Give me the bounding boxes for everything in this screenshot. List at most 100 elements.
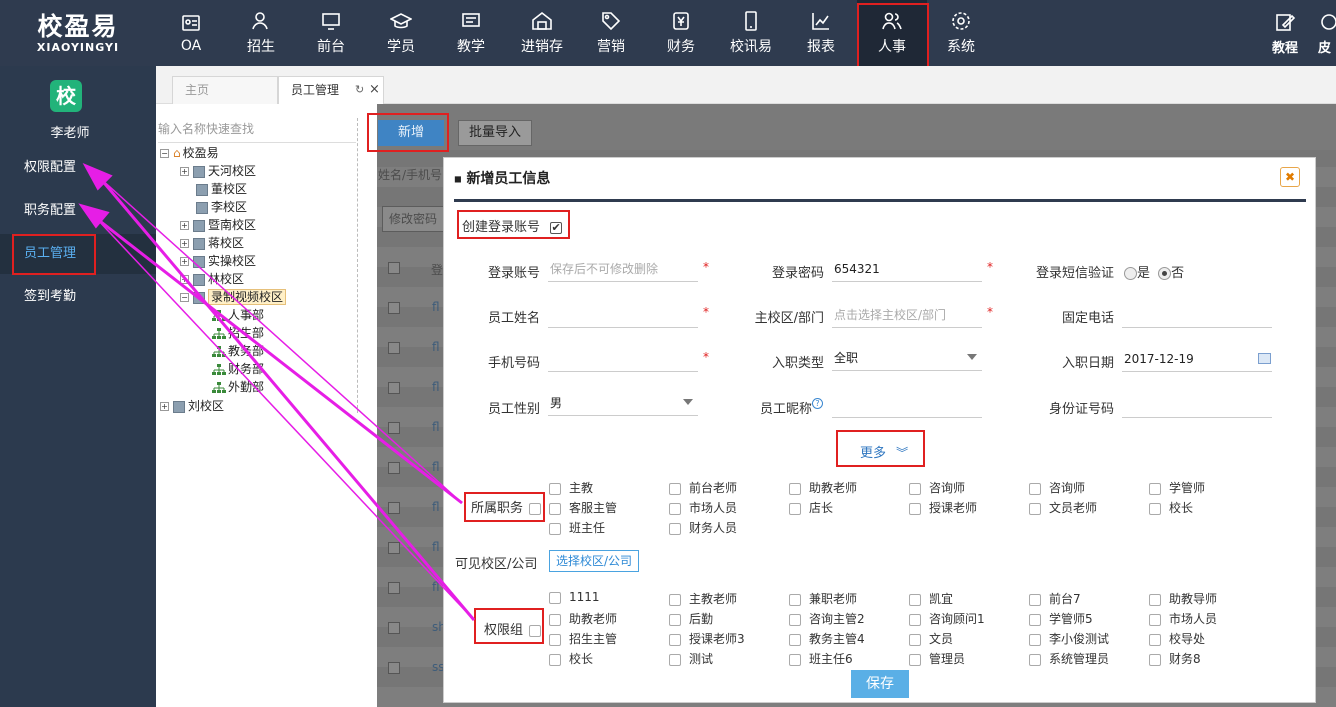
table-row-checkbox[interactable] <box>388 382 400 394</box>
role-option[interactable]: 授课老师3 <box>669 630 745 647</box>
checkbox[interactable] <box>669 502 681 515</box>
nav-item-8[interactable]: 财务 <box>646 0 716 66</box>
collapse-icon[interactable]: − <box>180 293 189 302</box>
expand-icon[interactable]: + <box>180 239 189 248</box>
change-password-button[interactable]: 修改密码 <box>382 206 444 232</box>
checkbox[interactable] <box>1149 613 1161 626</box>
table-row-checkbox[interactable] <box>388 342 400 354</box>
checkbox[interactable] <box>549 613 561 626</box>
tree-search-input[interactable]: 输入名称快速查找 <box>158 120 356 137</box>
checkbox[interactable] <box>1029 633 1041 646</box>
role-option[interactable]: 财务8 <box>1149 650 1201 667</box>
role-option[interactable]: 测试 <box>669 650 713 667</box>
nav-item-7[interactable]: 营销 <box>576 0 646 66</box>
table-row-account[interactable]: fl <box>432 460 440 474</box>
nav-skin[interactable]: 皮 <box>1318 0 1336 66</box>
expand-icon[interactable]: + <box>180 221 189 230</box>
nav-item-1[interactable]: OA <box>156 0 226 66</box>
nav-item-4[interactable]: 学员 <box>366 0 436 66</box>
account-input[interactable]: 保存后不可修改删除 <box>548 256 698 282</box>
batch-import-button[interactable]: 批量导入 <box>458 120 532 146</box>
role-option[interactable]: 学管师5 <box>1029 610 1093 627</box>
nav-tutorial[interactable]: 教程 <box>1250 0 1320 66</box>
table-row-checkbox[interactable] <box>388 462 400 474</box>
checkbox[interactable] <box>909 482 921 495</box>
role-option[interactable]: 咨询顾问1 <box>909 610 985 627</box>
sms-no-radio[interactable] <box>1158 267 1172 280</box>
duty-option[interactable]: 班主任 <box>549 519 605 536</box>
nav-item-10[interactable]: 报表 <box>786 0 856 66</box>
table-row-checkbox[interactable] <box>388 622 400 634</box>
tree-node[interactable]: 外勤部 <box>212 378 264 396</box>
checkbox[interactable] <box>1029 482 1041 495</box>
list-search-input[interactable]: 姓名/手机号 <box>378 166 442 183</box>
refresh-icon[interactable]: ↻ <box>355 77 364 103</box>
tree-node[interactable]: − 录制视频校区 <box>180 288 287 306</box>
tree-node[interactable]: + 天河校区 <box>180 162 256 180</box>
table-row-checkbox[interactable] <box>388 582 400 594</box>
tree-node[interactable]: + 暨南校区 <box>180 216 256 234</box>
duty-option[interactable]: 校长 <box>1149 499 1193 516</box>
checkbox[interactable] <box>789 502 801 515</box>
checkbox[interactable] <box>669 522 681 535</box>
collapse-icon[interactable]: − <box>160 149 169 158</box>
save-button[interactable]: 保存 <box>851 670 909 698</box>
tree-node[interactable]: + 刘校区 <box>160 397 224 415</box>
sidebar-item-duty-config[interactable]: 职务配置 <box>0 191 156 231</box>
table-row-account[interactable]: fl <box>432 380 440 394</box>
checkbox[interactable] <box>549 482 561 495</box>
checkbox[interactable] <box>549 633 561 646</box>
role-option[interactable]: 兼职老师 <box>789 590 857 607</box>
table-row-account[interactable]: fl <box>432 500 440 514</box>
role-option[interactable]: 助教老师 <box>549 610 617 627</box>
mobile-input[interactable] <box>548 346 698 372</box>
table-row-account[interactable]: fl <box>432 580 440 594</box>
role-option[interactable]: 助教导师 <box>1149 590 1217 607</box>
checkbox[interactable] <box>549 502 561 515</box>
checkbox[interactable] <box>1149 502 1161 515</box>
role-option[interactable]: 1111 <box>549 590 600 604</box>
checkbox[interactable] <box>789 593 801 606</box>
select-campus-button[interactable]: 选择校区/公司 <box>549 550 640 572</box>
duty-option[interactable]: 学管师 <box>1149 479 1205 496</box>
role-option[interactable]: 咨询主管2 <box>789 610 865 627</box>
checkbox[interactable] <box>669 593 681 606</box>
role-option[interactable]: 教务主管4 <box>789 630 865 647</box>
tree-node[interactable]: 人事部 <box>212 306 264 324</box>
checkbox[interactable] <box>669 482 681 495</box>
role-option[interactable]: 文员 <box>909 630 953 647</box>
nav-item-5[interactable]: 教学 <box>436 0 506 66</box>
close-icon[interactable]: ✖ <box>1280 167 1300 187</box>
date-input[interactable]: 2017-12-19 <box>1122 346 1272 372</box>
role-option[interactable]: 校导处 <box>1149 630 1205 647</box>
checkbox[interactable] <box>1149 633 1161 646</box>
role-option[interactable]: 李小俊测试 <box>1029 630 1109 647</box>
checkbox[interactable] <box>789 653 801 666</box>
help-icon[interactable]: ? <box>812 398 823 409</box>
checkbox[interactable] <box>669 613 681 626</box>
role-option[interactable]: 主教老师 <box>669 590 737 607</box>
role-option[interactable]: 市场人员 <box>1149 610 1217 627</box>
checkbox[interactable] <box>1029 593 1041 606</box>
nickname-input[interactable] <box>832 392 982 418</box>
checkbox[interactable] <box>909 633 921 646</box>
checkbox[interactable] <box>1149 653 1161 666</box>
expand-icon[interactable]: + <box>180 275 189 284</box>
expand-icon[interactable]: + <box>180 257 189 266</box>
tree-node[interactable]: 教务部 <box>212 342 264 360</box>
checkbox[interactable] <box>909 502 921 515</box>
expand-icon[interactable]: + <box>160 402 169 411</box>
sms-radio-group[interactable]: 是 否 <box>1124 262 1184 281</box>
tree-node[interactable]: + 林校区 <box>180 270 244 288</box>
type-select[interactable]: 全职 <box>832 345 982 371</box>
duty-option[interactable]: 咨询师 <box>1029 479 1085 496</box>
dept-input[interactable]: 点击选择主校区/部门 <box>832 302 982 328</box>
checkbox[interactable] <box>1149 593 1161 606</box>
role-option[interactable]: 系统管理员 <box>1029 650 1109 667</box>
role-option[interactable]: 校长 <box>549 650 593 667</box>
role-option[interactable]: 前台7 <box>1029 590 1081 607</box>
name-input[interactable] <box>548 302 698 328</box>
table-row-account[interactable]: fl <box>432 300 440 314</box>
checkbox[interactable] <box>1029 502 1041 515</box>
duty-option[interactable]: 市场人员 <box>669 499 737 516</box>
